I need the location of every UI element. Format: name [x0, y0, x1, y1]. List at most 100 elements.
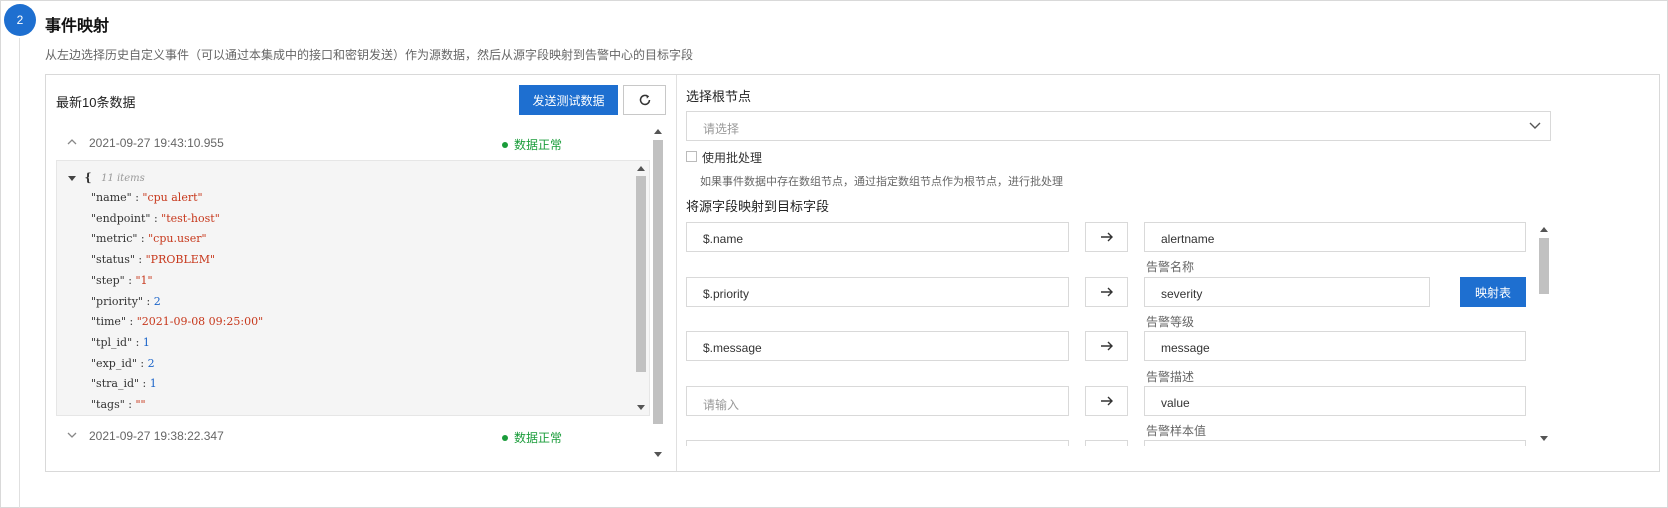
json-property-line: "status" : "PROBLEM" — [91, 253, 215, 273]
json-key: "time" — [91, 315, 126, 329]
json-property-line: "name" : "cpu alert" — [91, 191, 203, 211]
json-separator: : — [139, 377, 150, 391]
json-key: "endpoint" — [91, 211, 151, 225]
batch-label: 使用批处理 — [702, 151, 763, 165]
source-field-input[interactable]: $.message — [686, 331, 1069, 361]
scrollbar-thumb[interactable] — [653, 140, 663, 424]
json-value: "cpu.user" — [148, 232, 207, 246]
json-value: 2 — [153, 294, 161, 308]
json-separator: : — [124, 273, 136, 287]
arrow-right-icon — [1100, 232, 1113, 242]
root-node-placeholder: 请选择 — [703, 122, 740, 136]
source-field-input[interactable] — [686, 440, 1069, 446]
json-key: "tags" — [91, 398, 125, 411]
json-key: "status" — [91, 253, 135, 267]
step-number-badge: 2 — [4, 4, 36, 36]
scroll-up-icon[interactable] — [654, 129, 662, 134]
map-arrow — [1085, 440, 1128, 446]
root-node-label: 选择根节点 — [686, 89, 752, 104]
map-arrow — [1085, 386, 1128, 416]
arrow-right-icon — [1100, 287, 1113, 297]
record-row[interactable]: 2021-09-27 19:38:22.347 数据正常 — [56, 427, 646, 447]
json-viewer: { 11 items "name" : "cpu alert" "endpoint… — [56, 160, 650, 416]
chevron-down-icon — [1529, 122, 1541, 129]
json-scrollbar[interactable] — [634, 162, 648, 414]
scroll-up-icon[interactable] — [637, 166, 645, 171]
step-title: 事件映射 — [45, 18, 110, 35]
mapping-scrollbar[interactable] — [1537, 222, 1551, 446]
refresh-button[interactable] — [623, 85, 666, 115]
json-property-line: "tags" : "" — [91, 398, 146, 415]
json-key: "exp_id" — [91, 356, 137, 370]
record-status: 数据正常 — [502, 136, 562, 153]
json-value: "cpu alert" — [142, 191, 203, 204]
json-key: "name" — [91, 191, 132, 204]
caret-down-icon[interactable] — [67, 173, 77, 183]
record-status-text: 数据正常 — [514, 138, 563, 152]
target-field-input[interactable] — [1144, 440, 1526, 446]
send-test-data-button[interactable]: 发送测试数据 — [519, 85, 618, 115]
recent-data-title: 最新10条数据 — [56, 95, 136, 110]
arrow-right-icon — [1100, 396, 1113, 406]
json-separator: : — [131, 191, 143, 204]
scroll-down-icon[interactable] — [1540, 436, 1548, 441]
scroll-up-icon[interactable] — [1540, 227, 1548, 232]
json-separator: : — [134, 253, 146, 267]
json-value: 1 — [149, 377, 157, 391]
record-timestamp: 2021-09-27 19:38:22.347 — [89, 429, 224, 443]
source-field-input[interactable]: 请输入 — [686, 386, 1069, 416]
panel-divider — [676, 75, 677, 471]
target-field-label: 告警样本值 — [1146, 424, 1207, 438]
json-value: "test-host" — [161, 211, 220, 225]
status-dot-icon — [502, 141, 508, 148]
json-key: "metric" — [91, 232, 138, 246]
scrollbar-thumb[interactable] — [636, 176, 646, 372]
json-value: 2 — [147, 356, 155, 370]
json-value: 1 — [142, 335, 150, 349]
json-property-line: "step" : "1" — [91, 274, 153, 294]
map-arrow — [1085, 222, 1128, 252]
json-open-brace: { — [84, 171, 92, 184]
json-separator: : — [124, 398, 136, 411]
json-root-line: { 11 items — [67, 171, 145, 191]
chevron-up-icon[interactable] — [66, 136, 78, 148]
json-property-line: "tpl_id" : 1 — [91, 336, 150, 356]
chevron-down-icon[interactable] — [66, 429, 78, 441]
arrow-right-icon — [1100, 341, 1113, 351]
json-key: "stra_id" — [91, 377, 140, 391]
records-scrollbar[interactable] — [651, 124, 665, 462]
target-field-label: 告警名称 — [1146, 260, 1195, 274]
json-separator: : — [142, 294, 154, 308]
target-field-input[interactable]: value — [1144, 386, 1526, 416]
source-field-input[interactable]: $.name — [686, 222, 1069, 252]
map-arrow — [1085, 277, 1128, 307]
target-field-label: 告警描述 — [1146, 370, 1195, 384]
step-connector-line — [19, 38, 20, 508]
scroll-down-icon[interactable] — [654, 452, 662, 457]
target-field-label: 告警等级 — [1146, 315, 1195, 329]
json-separator: : — [132, 335, 143, 349]
json-property-line: "stra_id" : 1 — [91, 377, 157, 397]
scrollbar-thumb[interactable] — [1539, 238, 1549, 294]
root-node-select[interactable]: 请选择 — [686, 111, 1551, 141]
json-property-line: "endpoint" : "test-host" — [91, 212, 220, 232]
target-field-input[interactable]: alertname — [1144, 222, 1526, 252]
refresh-icon — [639, 94, 650, 106]
scroll-down-icon[interactable] — [637, 405, 645, 410]
map-arrow — [1085, 331, 1128, 361]
json-separator: : — [126, 315, 137, 329]
json-separator: : — [136, 356, 148, 370]
mapping-title: 将源字段映射到目标字段 — [686, 199, 830, 214]
json-separator: : — [137, 232, 149, 246]
json-key: "priority" — [91, 294, 143, 308]
source-field-input[interactable]: $.priority — [686, 277, 1069, 307]
target-field-input[interactable]: severity — [1144, 277, 1430, 307]
target-field-input[interactable]: message — [1144, 331, 1526, 361]
record-row[interactable]: 2021-09-27 19:43:10.955 数据正常 — [56, 134, 646, 154]
json-property-line: "exp_id" : 2 — [91, 357, 155, 377]
status-dot-icon — [502, 434, 508, 441]
json-separator: : — [150, 211, 162, 225]
step-description: 从左边选择历史自定义事件（可以通过本集成中的接口和密钥发送）作为源数据，然后从源… — [45, 48, 694, 62]
mapping-table-button[interactable]: 映射表 — [1460, 277, 1526, 307]
batch-checkbox[interactable] — [686, 151, 697, 162]
